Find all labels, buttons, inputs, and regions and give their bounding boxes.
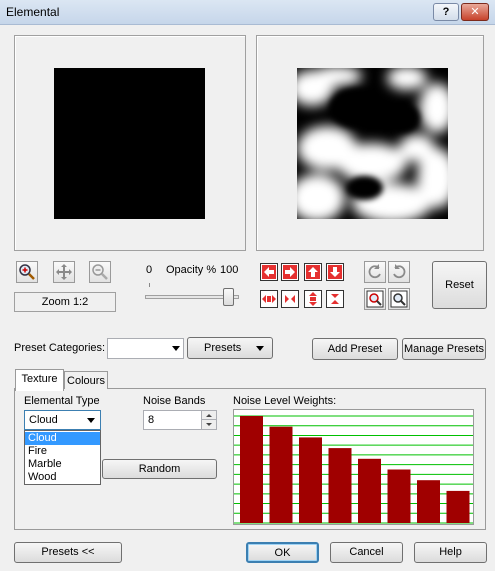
noise-weight-bar[interactable] bbox=[417, 480, 440, 523]
opacity-tick bbox=[149, 283, 150, 287]
opacity-max-label: 100 bbox=[220, 264, 239, 276]
chevron-up-icon bbox=[206, 414, 212, 417]
option-cloud[interactable]: Cloud bbox=[25, 432, 100, 445]
help-button[interactable]: Help bbox=[414, 542, 487, 563]
original-preview-panel bbox=[14, 35, 246, 251]
cloud-preview-image bbox=[297, 68, 448, 219]
elemental-type-select[interactable]: Cloud bbox=[24, 410, 101, 430]
help-title-button[interactable]: ? bbox=[433, 3, 459, 21]
noise-weight-bar[interactable] bbox=[446, 490, 470, 523]
title-bar bbox=[0, 0, 495, 25]
stretch-horizontal-icon bbox=[262, 292, 276, 306]
noise-weights-chart[interactable] bbox=[233, 409, 474, 525]
noise-bands-down[interactable] bbox=[201, 420, 216, 429]
presets-dropdown-button[interactable]: Presets bbox=[187, 337, 273, 359]
opacity-min-label: 0 bbox=[146, 264, 153, 276]
noise-bands-label: Noise Bands bbox=[143, 395, 206, 407]
result-preview-panel bbox=[256, 35, 484, 251]
tab-colours[interactable]: Colours bbox=[64, 371, 108, 389]
noise-weights-chart-svg bbox=[234, 415, 473, 524]
elemental-type-label: Elemental Type bbox=[24, 395, 100, 407]
noise-bands-input[interactable]: 8 bbox=[143, 410, 217, 430]
presets-toggle-button[interactable]: Presets << bbox=[14, 542, 122, 563]
shrink-horizontal-icon bbox=[283, 292, 297, 306]
ok-button[interactable]: OK bbox=[246, 542, 319, 563]
zoom-fit-button[interactable] bbox=[364, 288, 386, 310]
reset-button[interactable]: Reset bbox=[432, 261, 487, 309]
noise-weights-label: Noise Level Weights: bbox=[233, 395, 337, 407]
opacity-slider-thumb[interactable] bbox=[223, 288, 234, 306]
shrink-vertical-icon bbox=[328, 292, 342, 306]
zoom-out-button[interactable] bbox=[89, 261, 111, 283]
shrink-horizontal-button[interactable] bbox=[281, 290, 299, 308]
zoom-in-button[interactable] bbox=[16, 261, 38, 283]
option-fire[interactable]: Fire bbox=[25, 445, 100, 458]
shift-right-button[interactable] bbox=[281, 263, 299, 281]
rotate-ccw-icon bbox=[368, 264, 381, 279]
noise-weight-bar[interactable] bbox=[328, 448, 352, 523]
stretch-horizontal-button[interactable] bbox=[260, 290, 278, 308]
option-wood[interactable]: Wood bbox=[25, 471, 100, 484]
zoom-fit-icon bbox=[366, 290, 384, 308]
noise-weight-bar[interactable] bbox=[240, 416, 263, 523]
original-preview-image bbox=[54, 68, 205, 219]
noise-weight-bar[interactable] bbox=[269, 426, 293, 523]
shift-down-button[interactable] bbox=[326, 263, 344, 281]
chevron-down-icon bbox=[87, 418, 95, 423]
shift-up-button[interactable] bbox=[304, 263, 322, 281]
option-marble[interactable]: Marble bbox=[25, 458, 100, 471]
stretch-vertical-button[interactable] bbox=[304, 290, 322, 308]
move-icon bbox=[56, 264, 72, 280]
arrow-left-icon bbox=[262, 265, 276, 279]
stretch-vertical-icon bbox=[306, 292, 320, 306]
window-title: Elemental bbox=[6, 5, 60, 19]
zoom-actual-button[interactable] bbox=[388, 288, 410, 310]
rotate-cw-icon bbox=[393, 264, 406, 279]
zoom-actual-icon bbox=[390, 290, 408, 308]
add-preset-button[interactable]: Add Preset bbox=[312, 338, 398, 360]
noise-bands-up[interactable] bbox=[201, 411, 216, 420]
noise-weight-bar[interactable] bbox=[358, 458, 381, 523]
chevron-down-icon bbox=[256, 346, 264, 351]
shift-left-button[interactable] bbox=[260, 263, 278, 281]
close-button[interactable]: ✕ bbox=[461, 3, 489, 21]
presets-dropdown-label: Presets bbox=[204, 342, 242, 354]
chevron-down-icon bbox=[206, 423, 212, 426]
chevron-down-icon bbox=[172, 346, 180, 351]
arrow-up-icon bbox=[306, 265, 320, 279]
magnifier-plus-icon bbox=[19, 264, 35, 280]
cancel-button[interactable]: Cancel bbox=[330, 542, 403, 563]
elemental-type-value: Cloud bbox=[29, 414, 58, 426]
arrow-down-icon bbox=[328, 265, 342, 279]
manage-presets-button[interactable]: Manage Presets bbox=[402, 338, 486, 360]
pan-button[interactable] bbox=[53, 261, 75, 283]
noise-weight-bar[interactable] bbox=[299, 437, 322, 523]
elemental-type-dropdown: Cloud Fire Marble Wood bbox=[24, 430, 101, 485]
preset-categories-label: Preset Categories: bbox=[14, 342, 106, 354]
magnifier-minus-icon bbox=[92, 264, 108, 280]
tab-texture[interactable]: Texture bbox=[15, 369, 64, 391]
rotate-right-button[interactable] bbox=[388, 261, 410, 283]
noise-bands-value: 8 bbox=[148, 414, 155, 426]
rotate-left-button[interactable] bbox=[364, 261, 386, 283]
preset-categories-select[interactable] bbox=[107, 338, 184, 359]
opacity-label: Opacity % bbox=[166, 264, 217, 276]
random-button[interactable]: Random bbox=[102, 459, 217, 479]
noise-weight-bar[interactable] bbox=[387, 469, 411, 524]
arrow-right-icon bbox=[283, 265, 297, 279]
shrink-vertical-button[interactable] bbox=[326, 290, 344, 308]
zoom-level-label: Zoom 1:2 bbox=[14, 292, 116, 312]
